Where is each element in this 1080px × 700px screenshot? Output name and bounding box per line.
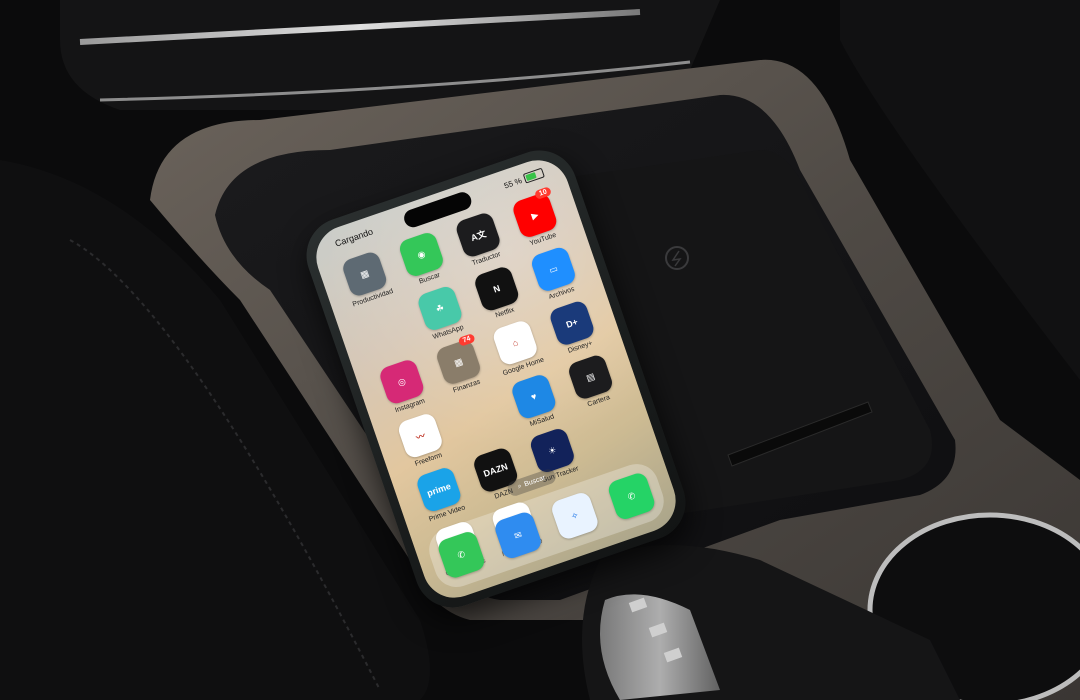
app-google-home[interactable]: ⌂ Google Home bbox=[483, 316, 552, 380]
empty-slot bbox=[453, 392, 501, 440]
app-empty-slot bbox=[576, 404, 645, 468]
app-netflix[interactable]: N Netflix bbox=[464, 262, 533, 326]
phone-icon[interactable]: ✆ bbox=[435, 529, 487, 581]
app-traductor[interactable]: A文 Traductor bbox=[445, 208, 514, 272]
app-dazn[interactable]: DAZN DAZN bbox=[463, 443, 532, 507]
whatsapp-icon[interactable]: ✆ bbox=[606, 470, 657, 522]
app-productividad[interactable]: ▦ Productividad bbox=[332, 247, 401, 311]
car-console-photo: Cargando 55 % ▦ Productividad ◉ Buscar A文 Tra… bbox=[0, 0, 1080, 700]
empty-slot bbox=[359, 304, 407, 352]
app-buscar[interactable]: ◉ Buscar bbox=[389, 227, 458, 291]
app-misalud[interactable]: ♥ MiSalud bbox=[501, 370, 570, 434]
app-cartera[interactable]: ▤ Cartera bbox=[558, 350, 627, 414]
app-instagram[interactable]: ◎ Instagram bbox=[369, 355, 438, 419]
app-archivos[interactable]: ▭ Archivos bbox=[521, 242, 590, 306]
app-empty-slot bbox=[351, 301, 420, 365]
status-carrier: Cargando bbox=[333, 226, 375, 249]
notification-badge: 74 bbox=[457, 333, 476, 347]
app-disney-[interactable]: D+ Disney+ bbox=[539, 296, 608, 360]
app-youtube[interactable]: ▶ 10 YouTube bbox=[502, 186, 571, 252]
safari-icon[interactable]: ✧ bbox=[549, 490, 601, 542]
app-finanzas[interactable]: ▦ 74 Finanzas bbox=[426, 333, 495, 399]
notification-badge: 10 bbox=[534, 186, 553, 200]
app-freeform[interactable]: 〰 Freeform bbox=[388, 409, 457, 473]
mail-icon[interactable]: ✉ bbox=[492, 509, 544, 561]
battery-icon bbox=[522, 167, 545, 184]
app-prime-video[interactable]: prime Prime Video bbox=[406, 463, 475, 527]
battery-percent: 55 % bbox=[502, 175, 524, 191]
netflix-icon: N bbox=[472, 264, 521, 314]
empty-slot bbox=[585, 407, 633, 455]
status-battery: 55 % bbox=[502, 167, 545, 191]
search-icon: ⌕ bbox=[516, 482, 523, 491]
app-empty-slot bbox=[444, 389, 513, 453]
search-label: Buscar bbox=[523, 474, 547, 489]
